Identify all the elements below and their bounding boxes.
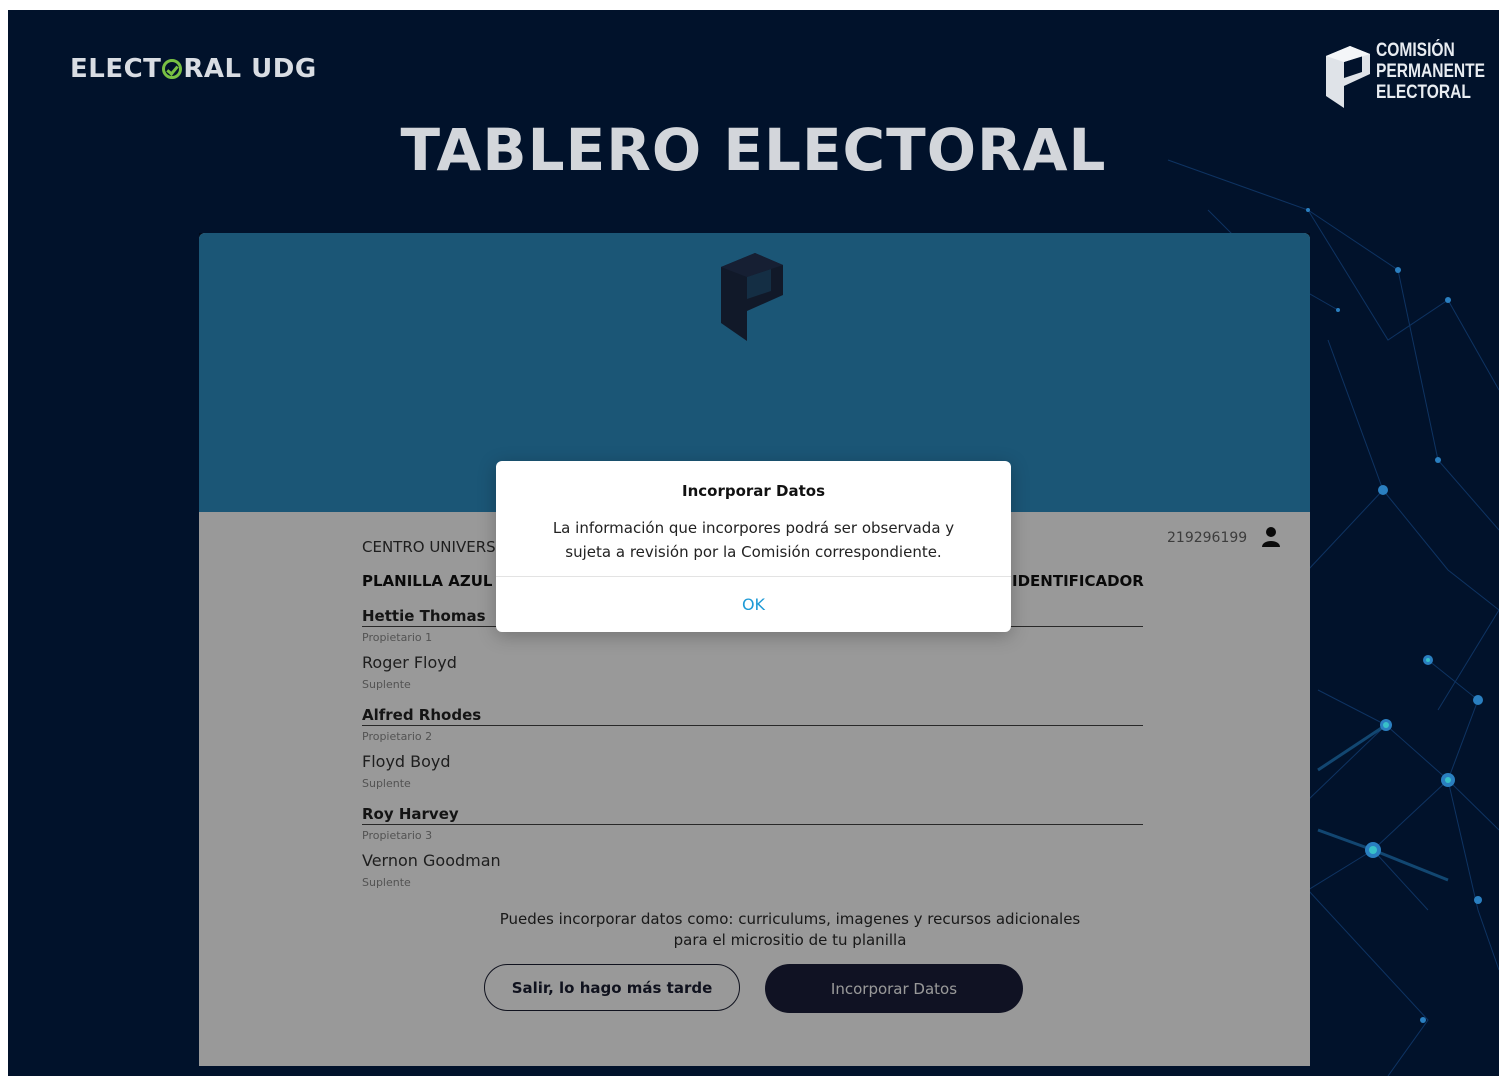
confirm-dialog: Incorporar Datos La información que inco…	[496, 461, 1011, 632]
cpe-cube-icon	[1326, 46, 1370, 108]
brand-right-line-3: ELECTORAL	[1376, 82, 1471, 103]
dialog-title: Incorporar Datos	[681, 482, 825, 500]
page-title: TABLERO ELECTORAL	[400, 116, 1107, 184]
check-circle-icon	[162, 59, 183, 79]
brand-logo-comision: COMISIÓN PERMANENTE ELECTORAL	[1324, 40, 1494, 120]
brand-right-line-1: COMISIÓN	[1376, 40, 1455, 61]
brand-logo-electoral-udg: ELECT RAL UDG	[70, 54, 317, 84]
brand-right-line-2: PERMANENTE	[1376, 61, 1486, 82]
brand-left-text-post: RAL UDG	[183, 54, 317, 84]
dialog-message-line-2: sujeta a revisión por la Comisión corres…	[565, 543, 942, 561]
dialog-message: La información que incorpores podrá ser …	[526, 516, 981, 564]
dialog-message-line-1: La información que incorpores podrá ser …	[552, 519, 955, 537]
modal-overlay[interactable]	[199, 233, 1310, 1066]
brand-left-text-pre: ELECT	[70, 54, 162, 84]
brand-right-text: COMISIÓN PERMANENTE ELECTORAL	[1376, 40, 1485, 103]
ok-button[interactable]: OK	[496, 577, 1011, 632]
